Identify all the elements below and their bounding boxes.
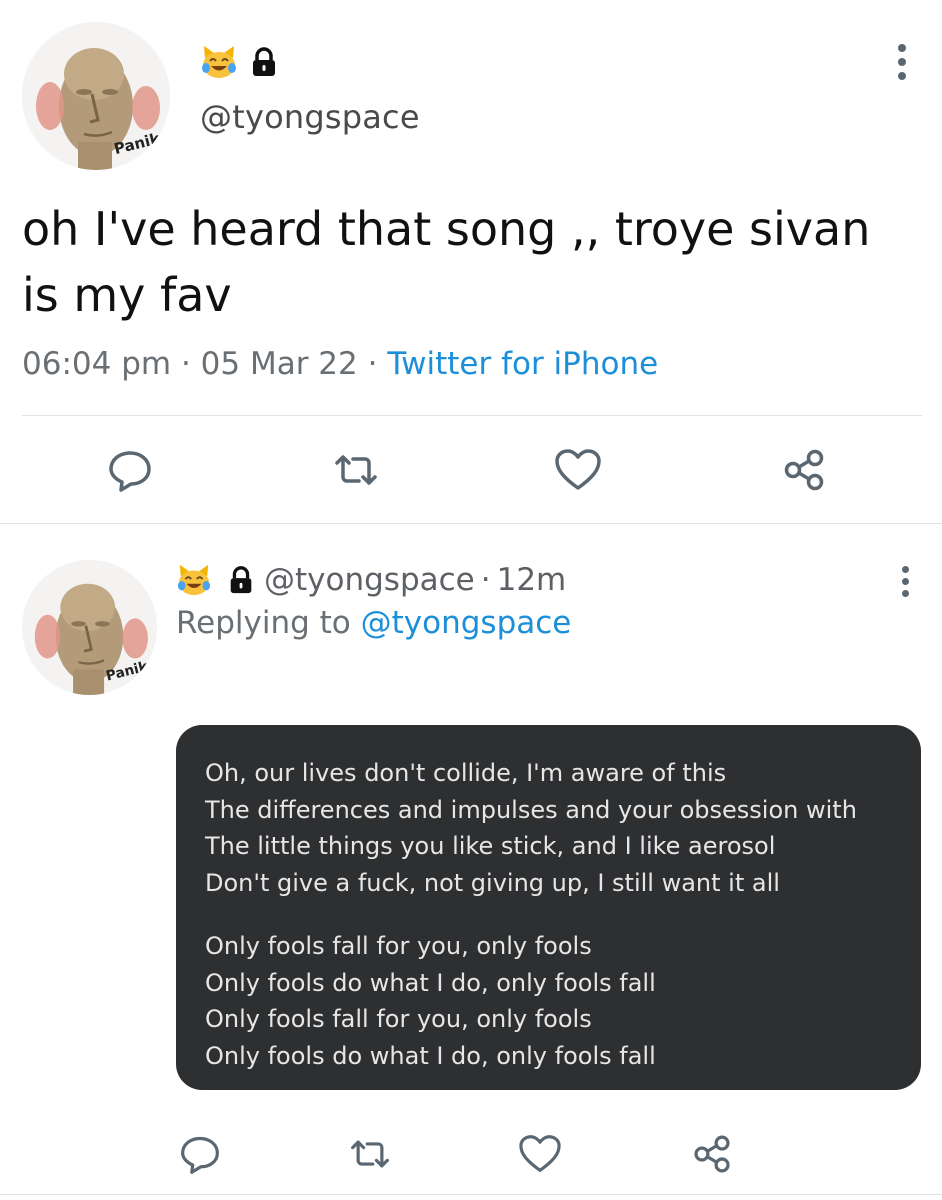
- reply-avatar[interactable]: Panik: [22, 560, 157, 695]
- share-button[interactable]: [774, 440, 834, 500]
- laughing-cat-emoji: [176, 563, 212, 597]
- replying-prefix: Replying to: [176, 605, 351, 641]
- lyric-line: The little things you like stick, and I …: [205, 832, 776, 860]
- divider: [0, 1194, 942, 1195]
- tweet-date: 05 Mar 22: [200, 346, 358, 382]
- reply-button[interactable]: [170, 1124, 230, 1184]
- meta-separator: ·: [480, 562, 491, 598]
- meta-separator: ·: [367, 346, 378, 382]
- like-icon: [555, 449, 601, 490]
- divider: [0, 523, 942, 524]
- more-options-icon[interactable]: [890, 42, 914, 82]
- reply-author-handle[interactable]: @tyongspace: [264, 562, 475, 598]
- like-button[interactable]: [510, 1124, 570, 1184]
- laughing-cat-emoji: [200, 44, 238, 80]
- retweet-icon: [335, 455, 377, 485]
- meta-separator: ·: [180, 346, 191, 382]
- share-icon: [694, 1135, 730, 1173]
- meme-man-avatar-image: Panik: [22, 22, 170, 170]
- like-icon: [519, 1135, 561, 1172]
- like-button[interactable]: [548, 440, 608, 500]
- lock-icon: [248, 46, 280, 78]
- reply-age: 12m: [496, 562, 567, 598]
- lyric-line: Only fools fall for you, only fools: [205, 932, 592, 960]
- retweet-button[interactable]: [340, 1124, 400, 1184]
- retweet-icon: [351, 1140, 389, 1168]
- replying-to-mention[interactable]: @tyongspace: [361, 605, 572, 641]
- share-icon: [784, 449, 824, 491]
- tweet-text: oh I've heard that song ,, troye sivan i…: [22, 202, 871, 322]
- lyric-line: The differences and impulses and your ob…: [205, 795, 857, 824]
- tweet-time: 06:04 pm: [22, 346, 172, 382]
- lyric-line: Oh, our lives don't collide, I'm aware o…: [205, 759, 727, 787]
- divider: [22, 415, 922, 416]
- lyric-line: Only fools do what I do, only fools fall: [205, 1041, 656, 1070]
- lyric-line: Only fools do what I do, only fools fall: [205, 968, 656, 997]
- lyrics-image[interactable]: Oh, our lives don't collide, I'm aware o…: [176, 725, 921, 1090]
- avatar[interactable]: Panik: [22, 22, 170, 170]
- meme-man-avatar-image: Panik: [22, 560, 157, 695]
- lyric-line: Don't give a fuck, not giving up, I stil…: [205, 868, 780, 897]
- reply-more-options-icon[interactable]: [894, 564, 918, 600]
- tweet-metadata: 06:04 pm · 05 Mar 22 · Twitter for iPhon…: [22, 346, 658, 382]
- share-button[interactable]: [682, 1124, 742, 1184]
- tweet-source-link[interactable]: Twitter for iPhone: [387, 346, 658, 382]
- lyric-line: Only fools fall for you, only fools: [205, 1005, 592, 1033]
- author-handle[interactable]: @tyongspace: [200, 98, 420, 136]
- reply-icon: [181, 1136, 219, 1174]
- reply-header: @tyongspace · 12m: [176, 562, 566, 598]
- reply-icon: [109, 451, 151, 492]
- replying-to-line: Replying to @tyongspace: [176, 605, 571, 641]
- reply-button[interactable]: [100, 440, 160, 500]
- lyrics-stanza: Oh, our lives don't collide, I'm aware o…: [205, 755, 921, 901]
- lyrics-stanza: Only fools fall for you, only fools Only…: [205, 928, 921, 1074]
- retweet-button[interactable]: [326, 440, 386, 500]
- lock-icon: [226, 565, 256, 595]
